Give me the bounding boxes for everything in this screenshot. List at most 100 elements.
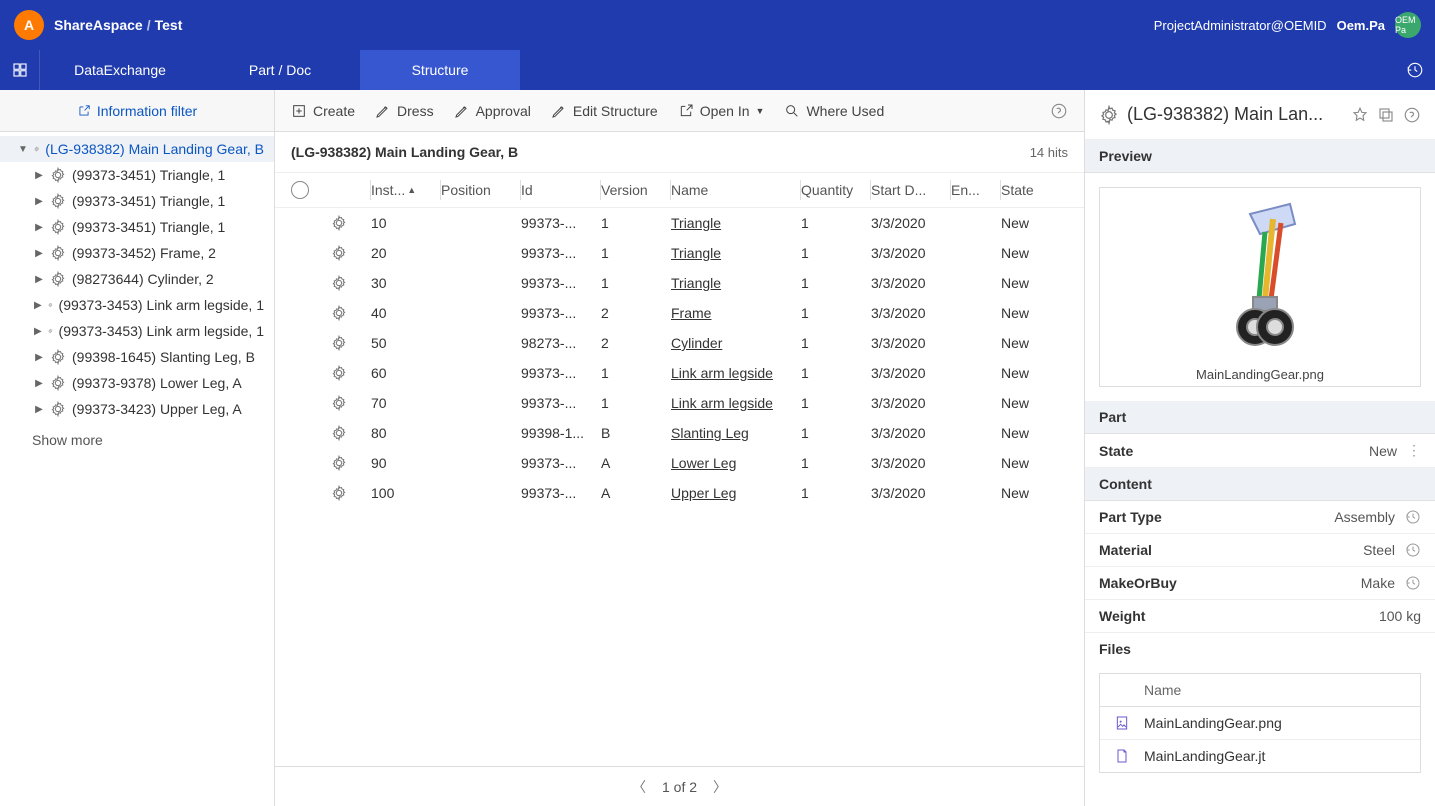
expand-icon[interactable]: ▶ [34, 170, 44, 181]
breadcrumb: ShareAspace/Test [54, 17, 182, 33]
cell-startdate: 3/3/2020 [871, 485, 951, 501]
col-header-instance[interactable]: Inst...▲ [371, 180, 441, 200]
information-filter-label: Information filter [97, 103, 197, 119]
create-button[interactable]: Create [291, 103, 355, 119]
cell-name-link[interactable]: Triangle [671, 245, 721, 261]
cell-name-link[interactable]: Lower Leg [671, 455, 736, 471]
copy-button[interactable] [1377, 106, 1395, 124]
help-icon[interactable] [1050, 102, 1068, 120]
table-row[interactable]: 40 99373-... 2 Frame 1 3/3/2020 New [275, 298, 1084, 328]
state-more-button[interactable]: ⋮ [1407, 442, 1421, 459]
expand-icon[interactable]: ▶ [34, 196, 44, 207]
gear-icon [48, 297, 53, 313]
expand-icon[interactable]: ▶ [34, 326, 42, 337]
where-used-button[interactable]: Where Used [784, 103, 884, 119]
expand-icon[interactable]: ▶ [34, 300, 42, 311]
avatar[interactable]: OEM Pa [1395, 12, 1421, 38]
col-header-startdate[interactable]: Start D... [871, 180, 951, 200]
open-in-button[interactable]: Open In▼ [678, 103, 765, 119]
table-row[interactable]: 10 99373-... 1 Triangle 1 3/3/2020 New [275, 208, 1084, 238]
table-row[interactable]: 50 98273-... 2 Cylinder 1 3/3/2020 New [275, 328, 1084, 358]
history-icon[interactable] [1405, 509, 1421, 525]
tree-item[interactable]: ▶ (99373-3451) Triangle, 1 [0, 188, 274, 214]
nav-tab-dataexchange[interactable]: DataExchange [40, 50, 200, 90]
apps-button[interactable] [0, 50, 40, 90]
cell-name-link[interactable]: Cylinder [671, 335, 722, 351]
detail-title: (LG-938382) Main Lan... [1127, 104, 1343, 125]
col-header-version[interactable]: Version [601, 180, 671, 200]
col-header-state[interactable]: State [1001, 182, 1061, 198]
tree-item[interactable]: ▶(99373-3423) Upper Leg, A [0, 396, 274, 422]
table-row[interactable]: 80 99398-1... B Slanting Leg 1 3/3/2020 … [275, 418, 1084, 448]
prev-page-button[interactable]: 〈 [632, 777, 646, 797]
gear-icon [48, 323, 53, 339]
files-table: Name MainLandingGear.pngMainLandingGear.… [1099, 673, 1421, 773]
part-heading: Part [1085, 401, 1435, 434]
expand-icon[interactable]: ▶ [34, 248, 44, 259]
col-header-enddate[interactable]: En... [951, 180, 1001, 200]
table-row[interactable]: 100 99373-... A Upper Leg 1 3/3/2020 New [275, 478, 1084, 508]
tree-item[interactable]: ▼(LG-938382) Main Landing Gear, B [0, 136, 274, 162]
tree-item-label: (99373-3451) Triangle, 1 [72, 193, 225, 209]
tree-item[interactable]: ▶(99373-3452) Frame, 2 [0, 240, 274, 266]
col-header-quantity[interactable]: Quantity [801, 180, 871, 200]
nav-tab-part-doc[interactable]: Part / Doc [200, 50, 360, 90]
file-row[interactable]: MainLandingGear.jt [1100, 740, 1420, 772]
history-button[interactable] [1395, 50, 1435, 90]
preview-image [1100, 188, 1420, 359]
col-header-position[interactable]: Position [441, 180, 521, 200]
col-header-id[interactable]: Id [521, 180, 601, 200]
tree-item-label: (99373-3451) Triangle, 1 [72, 219, 225, 235]
cell-id: 99373-... [521, 305, 601, 321]
cell-name-link[interactable]: Frame [671, 305, 711, 321]
gear-icon [34, 141, 39, 157]
tree-item-label: (99373-9378) Lower Leg, A [72, 375, 242, 391]
col-header-name[interactable]: Name [671, 180, 801, 200]
next-page-button[interactable]: 〉 [713, 777, 727, 797]
file-row[interactable]: MainLandingGear.png [1100, 707, 1420, 740]
expand-icon[interactable]: ▶ [34, 404, 44, 415]
table-row[interactable]: 70 99373-... 1 Link arm legside 1 3/3/20… [275, 388, 1084, 418]
history-icon[interactable] [1405, 575, 1421, 591]
table-row[interactable]: 30 99373-... 1 Triangle 1 3/3/2020 New [275, 268, 1084, 298]
tree-item[interactable]: ▶(98273644) Cylinder, 2 [0, 266, 274, 292]
cell-version: B [601, 425, 671, 441]
gear-icon [50, 193, 66, 209]
table-row[interactable]: 60 99373-... 1 Link arm legside 1 3/3/20… [275, 358, 1084, 388]
cell-name-link[interactable]: Link arm legside [671, 395, 773, 411]
expand-icon[interactable]: ▶ [34, 352, 44, 363]
cell-state: New [1001, 395, 1061, 411]
user-name[interactable]: Oem.Pa [1337, 18, 1385, 33]
detail-help-button[interactable] [1403, 106, 1421, 124]
expand-icon[interactable]: ▶ [34, 222, 44, 233]
select-all-checkbox[interactable] [291, 181, 309, 199]
approval-button[interactable]: Approval [454, 103, 531, 119]
nav-tab-structure[interactable]: Structure [360, 50, 520, 90]
history-icon[interactable] [1405, 542, 1421, 558]
tree-item[interactable]: ▶ (99373-3451) Triangle, 1 [0, 214, 274, 240]
collapse-icon[interactable]: ▼ [18, 144, 28, 155]
tree-item[interactable]: ▶(99373-3453) Link arm legside, 1 [0, 292, 274, 318]
cell-id: 99373-... [521, 275, 601, 291]
tree-item[interactable]: ▶(99373-3451) Triangle, 1 [0, 162, 274, 188]
tree-item[interactable]: ▶(99373-3453) Link arm legside, 1 [0, 318, 274, 344]
information-filter-button[interactable]: Information filter [0, 90, 274, 132]
tree-item[interactable]: ▶(99398-1645) Slanting Leg, B [0, 344, 274, 370]
expand-icon[interactable]: ▶ [34, 274, 44, 285]
cell-name-link[interactable]: Slanting Leg [671, 425, 749, 441]
hits-count: 14 hits [1030, 145, 1068, 160]
expand-icon[interactable]: ▶ [34, 378, 44, 389]
property-row: MaterialSteel [1085, 534, 1435, 567]
cell-name-link[interactable]: Link arm legside [671, 365, 773, 381]
favorite-button[interactable] [1351, 106, 1369, 124]
table-row[interactable]: 90 99373-... A Lower Leg 1 3/3/2020 New [275, 448, 1084, 478]
cell-name-link[interactable]: Triangle [671, 215, 721, 231]
edit-structure-button[interactable]: Edit Structure [551, 103, 658, 119]
dress-button[interactable]: Dress [375, 103, 434, 119]
cell-name-link[interactable]: Triangle [671, 275, 721, 291]
cell-name-link[interactable]: Upper Leg [671, 485, 736, 501]
cell-qty: 1 [801, 335, 871, 351]
tree-item[interactable]: ▶ (99373-9378) Lower Leg, A [0, 370, 274, 396]
table-row[interactable]: 20 99373-... 1 Triangle 1 3/3/2020 New [275, 238, 1084, 268]
show-more-button[interactable]: Show more [0, 422, 274, 458]
